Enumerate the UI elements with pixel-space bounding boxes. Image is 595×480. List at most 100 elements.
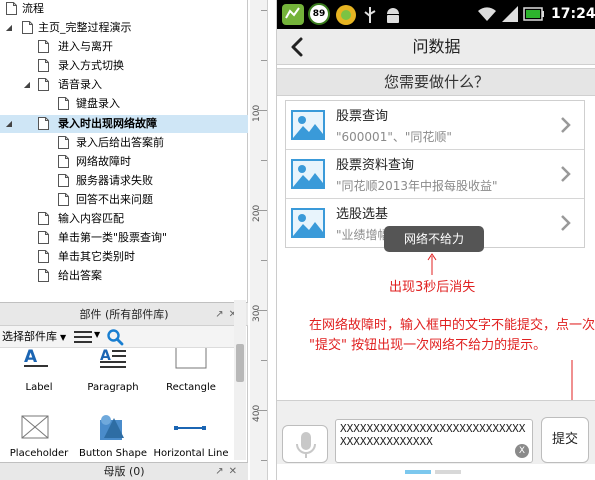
status-bar: 89 17:24	[277, 0, 595, 29]
collapse-arrow-icon[interactable]: ◢	[22, 76, 32, 94]
tree-item[interactable]: 网络故障时	[0, 153, 248, 171]
widgets-scrollbar[interactable]	[234, 300, 246, 460]
svg-text:A: A	[24, 348, 38, 367]
tree-item[interactable]: 进入与离开	[0, 38, 248, 56]
tree-item-label: 网络故障时	[76, 155, 131, 168]
horizontal-line-widget-icon	[174, 426, 206, 430]
tree-item-label: 输入内容匹配	[58, 212, 124, 225]
sitemap-tree: 流程 ◢ 主页_完整过程演示 进入与离开 录入方式切换 ◢ 语音录入 键盘录入 …	[0, 0, 248, 300]
tree-item-label: 单击其它类别时	[58, 250, 135, 263]
submit-button[interactable]: 提交	[541, 417, 589, 463]
app-icon	[282, 4, 304, 25]
widget-label-text: Rectangle	[166, 382, 216, 393]
tree-item-label: 回答不出来问题	[76, 193, 153, 206]
page-icon	[58, 174, 69, 187]
usb-icon	[364, 7, 376, 23]
item-title: 股票查询	[336, 109, 389, 124]
page-icon	[58, 136, 69, 149]
item-subtitle: "600001"、"同花顺"	[336, 130, 452, 144]
chevron-right-icon	[561, 117, 571, 133]
tree-item[interactable]: 给出答案	[0, 267, 248, 285]
page-indicator	[405, 470, 465, 474]
paragraph-widget-icon: A	[100, 348, 126, 368]
back-arrow-icon[interactable]	[287, 36, 307, 58]
panel-window-icons[interactable]: ↗✕	[215, 463, 242, 480]
phone-canvas: 89 17:24 问数据 您需要做什么？ 股票查询 "600001"、"同花顺"…	[276, 0, 595, 480]
question-input[interactable]: XXXXXXXXXXXXXXXXXXXXXXXXXXXXXXXXXXXXXXXX…	[335, 419, 533, 463]
chevron-down-icon[interactable]: ▼	[94, 330, 100, 339]
item-subtitle: "同花顺2013年中报每股收益"	[336, 179, 498, 193]
tree-item-label: 流程	[22, 2, 44, 15]
tree-item[interactable]: ◢ 语音录入	[0, 76, 248, 94]
tree-item-label: 键盘录入	[76, 97, 120, 110]
tree-item[interactable]: 键盘录入	[0, 95, 248, 113]
page-icon	[38, 269, 49, 282]
app-icon	[336, 5, 356, 25]
library-select[interactable]: 选择部件库 ▼	[2, 329, 66, 345]
masters-panel-header: 母版 (0) ↗✕	[0, 462, 248, 480]
page-icon	[38, 40, 49, 53]
ruler-label: 400	[252, 404, 262, 422]
clock: 17:24	[551, 6, 595, 22]
menu-icon[interactable]	[74, 331, 92, 343]
ruler-label: 300	[252, 304, 262, 322]
chevron-down-icon: ▼	[60, 333, 67, 342]
tree-item-selected[interactable]: ◢ 录入时出现网络故障	[0, 115, 248, 133]
input-bar: XXXXXXXXXXXXXXXXXXXXXXXXXXXXXXXXXXXXXXXX…	[277, 400, 595, 464]
question-header: 您需要做什么？	[277, 68, 595, 96]
widgets-toolbar: 选择部件库 ▼ ▼	[0, 326, 234, 348]
clear-input-icon[interactable]: X	[515, 444, 529, 458]
page-indicator-active	[405, 470, 431, 474]
page-icon	[38, 78, 49, 91]
tree-item-flow[interactable]: 流程	[0, 0, 248, 18]
page-icon	[22, 21, 33, 34]
widget-label-text: Horizontal Line	[153, 448, 229, 459]
list-item-stock-query[interactable]: 股票查询 "600001"、"同花顺"	[286, 101, 584, 150]
page-indicator-inactive	[435, 470, 461, 474]
widget-label-text: Button Shape	[79, 448, 147, 459]
battery-badge: 89	[308, 3, 330, 25]
annotation-arrow-icon	[427, 253, 437, 275]
page-icon	[38, 117, 49, 130]
microphone-icon	[296, 432, 316, 458]
masters-panel-title: 母版 (0)	[103, 465, 145, 478]
tree-item[interactable]: 单击第一类"股票查询"	[0, 229, 248, 247]
page-icon	[38, 59, 49, 72]
scrollbar-thumb[interactable]	[236, 344, 244, 382]
tree-item-home[interactable]: ◢ 主页_完整过程演示	[0, 19, 248, 37]
page-icon	[58, 193, 69, 206]
tree-item[interactable]: 服务器请求失败	[0, 172, 248, 190]
widgets-panel-header: 部件 (所有部件库) ↗✕	[0, 302, 248, 326]
annotation-note: 出现3秒后消失	[389, 280, 476, 295]
android-icon	[387, 8, 399, 23]
tree-item[interactable]: 回答不出来问题	[0, 191, 248, 209]
collapse-arrow-icon[interactable]: ◢	[4, 19, 14, 37]
tree-item[interactable]: 输入内容匹配	[0, 210, 248, 228]
widgets-grid: A Label A Paragraph Rectangle Placeholde…	[0, 348, 234, 462]
image-icon	[291, 159, 325, 189]
image-icon	[291, 110, 325, 140]
tree-item[interactable]: 单击其它类别时	[0, 248, 248, 266]
nav-bar: 问数据	[277, 29, 595, 65]
page-icon	[6, 2, 17, 15]
tree-item-label: 给出答案	[58, 269, 102, 282]
tree-item-label: 录入时出现网络故障	[58, 117, 157, 130]
input-value: XXXXXXXXXXXXXXXXXXXXXXXXXXXXXXXXXXXXXXXX…	[340, 422, 526, 448]
tree-item[interactable]: 录入方式切换	[0, 57, 248, 75]
page-icon	[58, 155, 69, 168]
library-select-label: 选择部件库	[2, 330, 57, 343]
search-icon[interactable]	[106, 328, 124, 346]
widgets-panel-title: 部件 (所有部件库)	[79, 308, 169, 321]
voice-input-button[interactable]	[282, 425, 328, 463]
left-panel: 流程 ◢ 主页_完整过程演示 进入与离开 录入方式切换 ◢ 语音录入 键盘录入 …	[0, 0, 248, 480]
page-icon	[58, 97, 69, 110]
network-error-toast: 网络不给力	[384, 226, 484, 252]
list-item-stock-info[interactable]: 股票资料查询 "同花顺2013年中报每股收益"	[286, 150, 584, 199]
tree-item[interactable]: 录入后给出答案前	[0, 134, 248, 152]
tree-item-label: 主页_完整过程演示	[38, 21, 132, 34]
button-shape-widget-icon	[100, 415, 124, 440]
page-icon	[38, 231, 49, 244]
ruler-label: 200	[252, 204, 262, 222]
collapse-arrow-icon[interactable]: ◢	[4, 115, 14, 133]
image-icon	[291, 208, 325, 238]
